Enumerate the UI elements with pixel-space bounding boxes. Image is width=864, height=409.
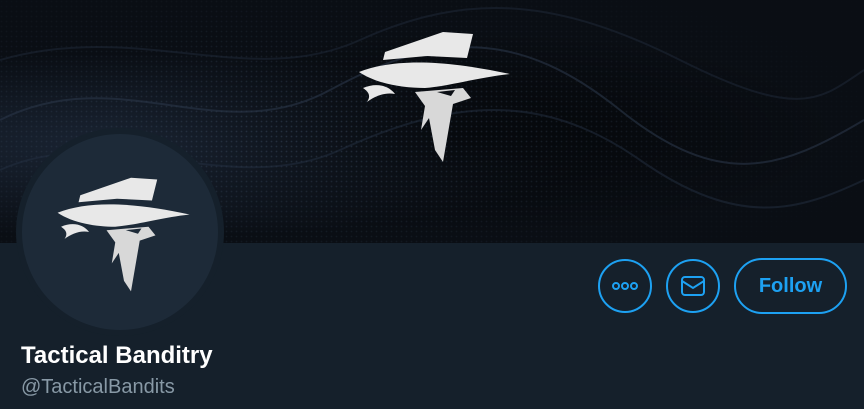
follow-button[interactable]: Follow [734, 258, 847, 314]
bandit-logo-icon [57, 177, 190, 292]
message-button[interactable] [666, 259, 720, 313]
user-handle: @TacticalBandits [21, 376, 175, 398]
bandit-logo-icon [359, 32, 510, 162]
profile-actions: Follow [598, 258, 847, 314]
more-button[interactable] [598, 259, 652, 313]
more-horizontal-icon [612, 282, 638, 290]
avatar[interactable] [16, 128, 224, 336]
avatar-image [22, 134, 218, 330]
display-name: Tactical Banditry [21, 342, 213, 369]
profile-header: Follow Tactical Banditry @TacticalBandit… [0, 0, 864, 409]
envelope-icon [681, 276, 705, 296]
